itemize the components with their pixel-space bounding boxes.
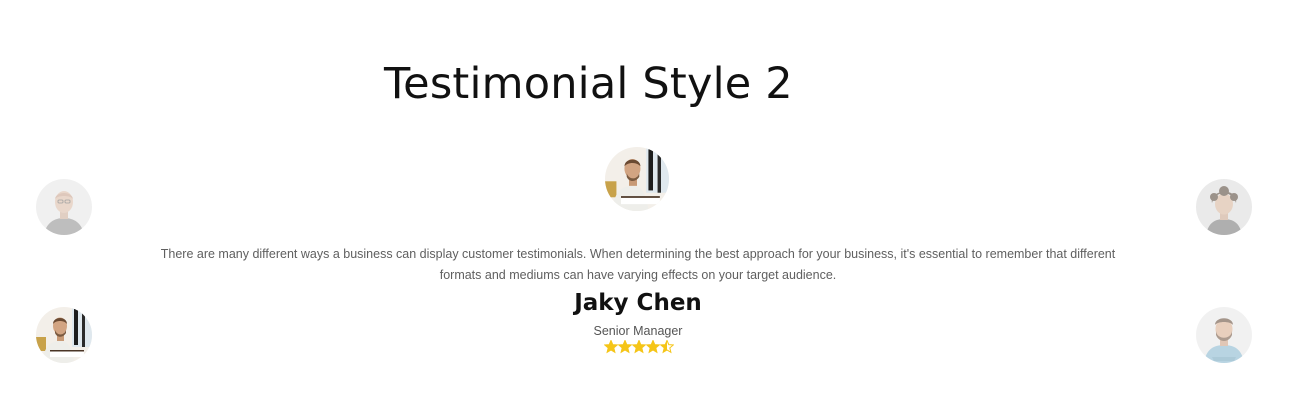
testimonial-thumb-bald-man[interactable] [36,179,92,235]
star-rating [604,340,674,354]
testimonial-avatar [605,147,669,211]
testimonial-thumb-curly-hair[interactable] [1196,179,1252,235]
curly-hair-avatar-icon [1196,179,1252,235]
testimonial-quote: There are many different ways a business… [160,247,1116,282]
bald-man-avatar-icon [36,179,92,235]
man-at-desk-avatar-icon [605,147,669,211]
testimonial-author-name: Jaky Chen [574,290,702,316]
section-title: Testimonial Style 2 [384,59,793,109]
testimonial-author-role: Senior Manager [593,324,683,338]
